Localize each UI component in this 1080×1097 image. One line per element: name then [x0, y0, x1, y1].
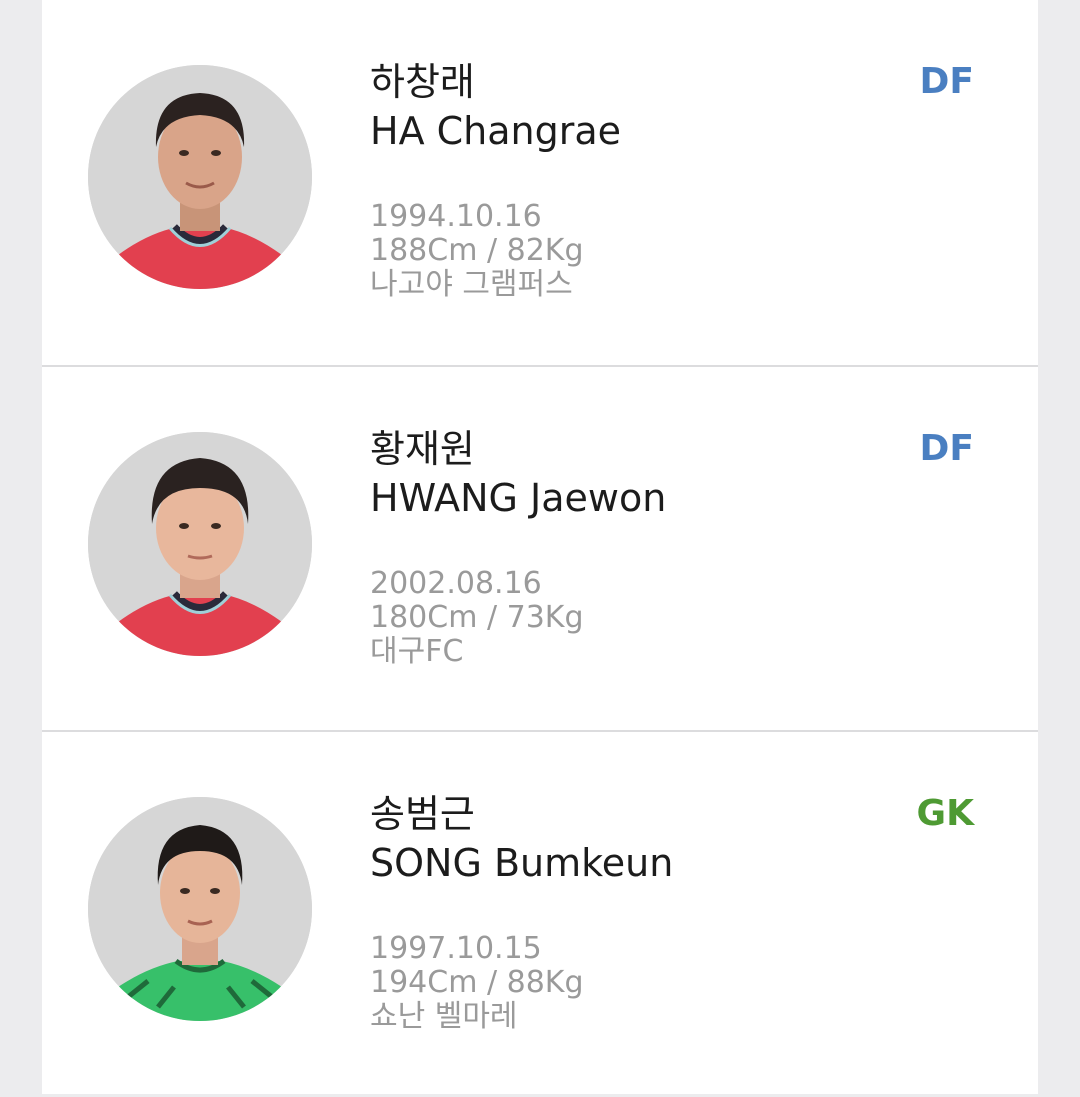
player-card[interactable]: 황재원 HWANG Jaewon 2002.08.16 180Cm / 73Kg…	[42, 365, 1038, 732]
player-info: 하창래 HA Changrae 1994.10.16 188Cm / 82Kg …	[370, 58, 621, 302]
player-photo	[88, 65, 312, 289]
position-badge: DF	[919, 428, 974, 469]
player-club: 쇼난 벨마레	[370, 999, 518, 1034]
player-name-english: SONG Bumkeun	[370, 841, 674, 885]
player-meta: 1994.10.16 188Cm / 82Kg 나고야 그램퍼스	[370, 200, 621, 302]
player-name-korean: 황재원	[370, 427, 475, 471]
player-meta: 2002.08.16 180Cm / 73Kg 대구FC	[370, 567, 666, 669]
player-height-weight: 194Cm / 88Kg	[370, 965, 584, 1000]
position-badge: GK	[916, 793, 974, 834]
player-name-korean: 송범근	[370, 792, 475, 836]
player-card[interactable]: 하창래 HA Changrae 1994.10.16 188Cm / 82Kg …	[42, 0, 1038, 365]
player-birthdate: 1997.10.15	[370, 931, 542, 966]
player-info: 송범근 SONG Bumkeun 1997.10.15 194Cm / 88Kg…	[370, 790, 673, 1034]
player-list: 하창래 HA Changrae 1994.10.16 188Cm / 82Kg …	[42, 0, 1038, 1094]
player-meta: 1997.10.15 194Cm / 88Kg 쇼난 벨마레	[370, 932, 673, 1034]
player-club: 대구FC	[370, 634, 464, 669]
player-photo	[88, 432, 312, 656]
player-photo	[88, 797, 312, 1021]
player-birthdate: 2002.08.16	[370, 566, 542, 601]
player-height-weight: 188Cm / 82Kg	[370, 233, 584, 268]
player-name-english: HWANG Jaewon	[370, 476, 667, 520]
player-name-korean: 하창래	[370, 60, 475, 104]
player-birthdate: 1994.10.16	[370, 199, 542, 234]
player-height-weight: 180Cm / 73Kg	[370, 600, 584, 635]
position-badge: DF	[919, 61, 974, 102]
player-info: 황재원 HWANG Jaewon 2002.08.16 180Cm / 73Kg…	[370, 425, 666, 669]
player-club: 나고야 그램퍼스	[370, 267, 573, 302]
player-name-english: HA Changrae	[370, 109, 622, 153]
player-card[interactable]: 송범근 SONG Bumkeun 1997.10.15 194Cm / 88Kg…	[42, 730, 1038, 1097]
